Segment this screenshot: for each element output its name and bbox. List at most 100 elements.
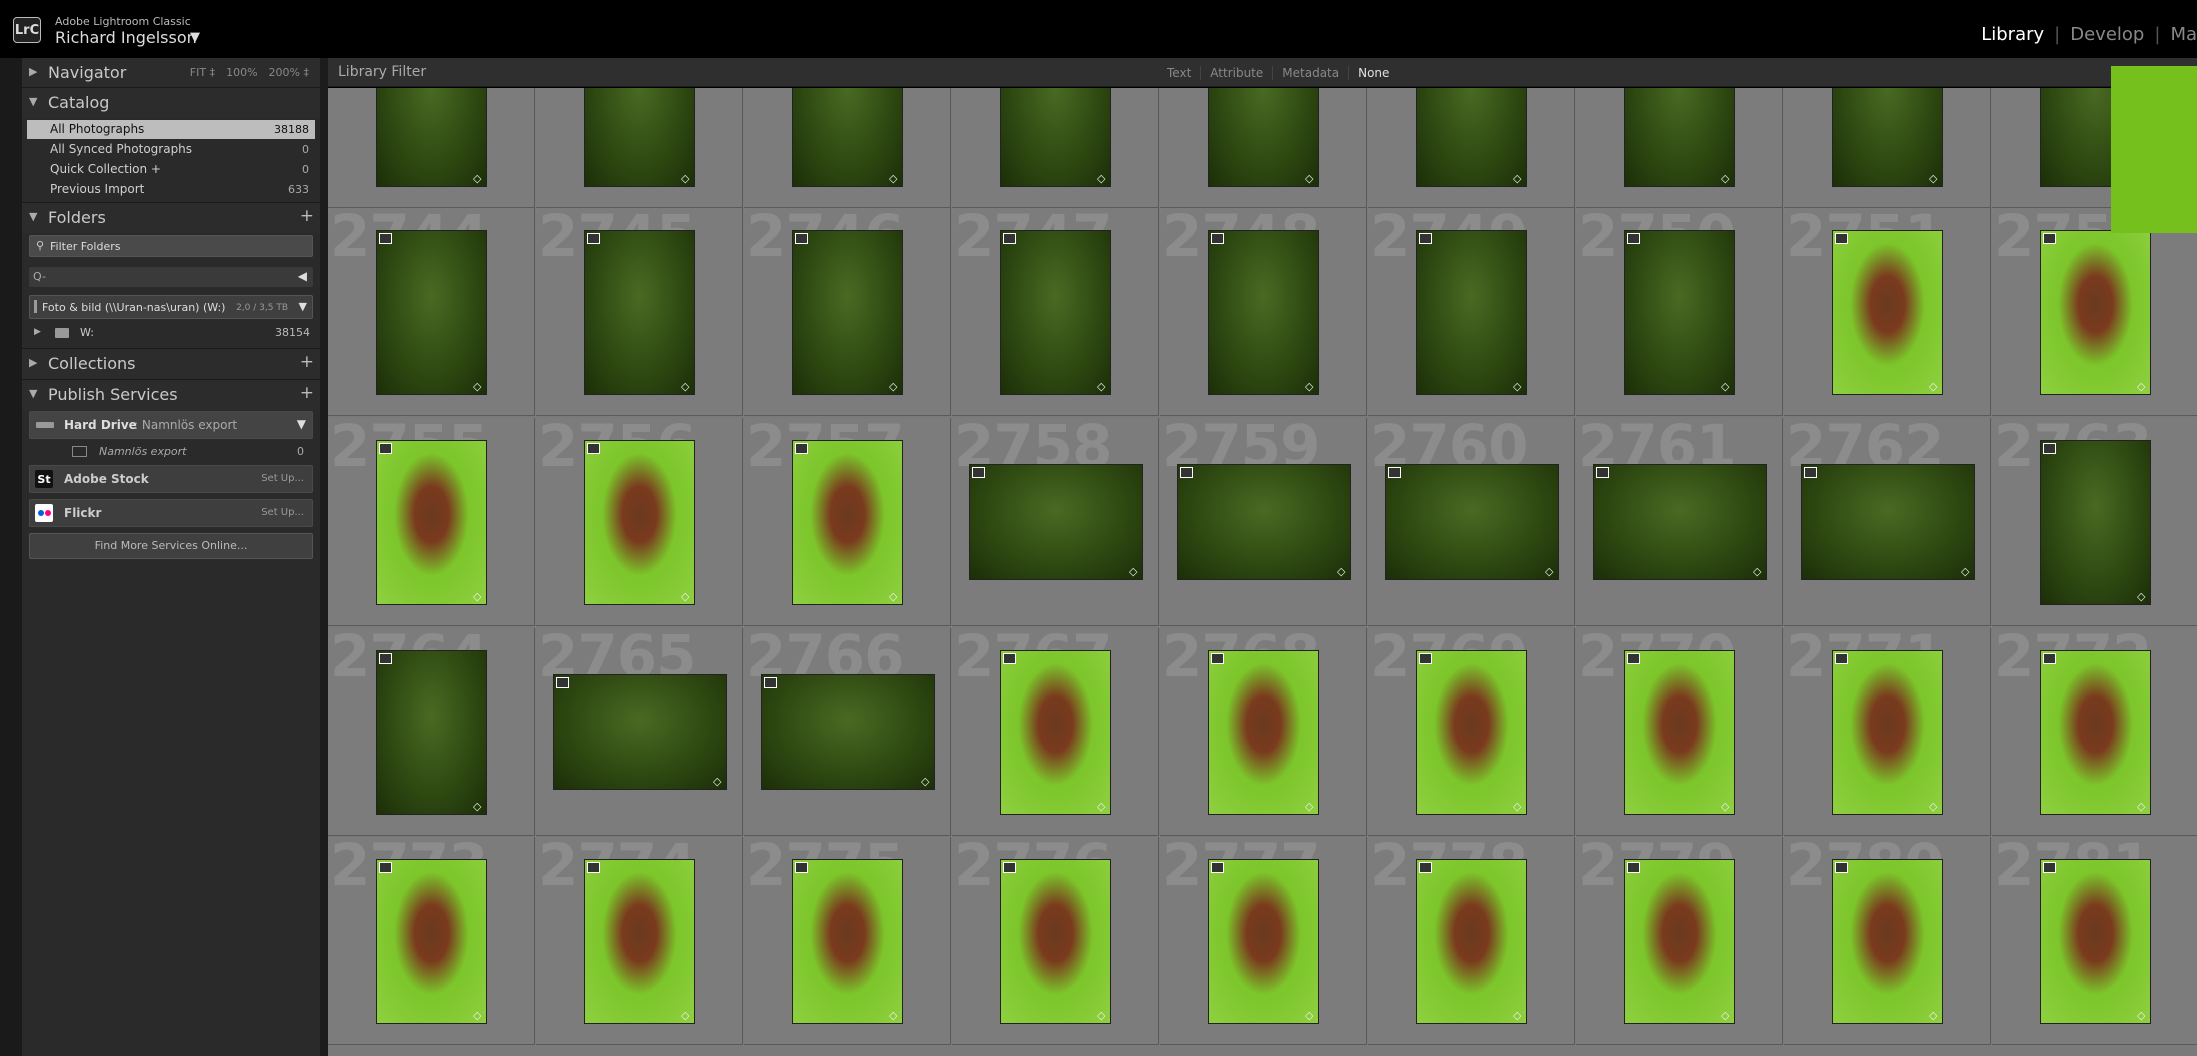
- grid-cell[interactable]: 2750◇: [1576, 208, 1783, 416]
- grid-cell[interactable]: 2756◇: [536, 418, 743, 626]
- keyword-tag-icon[interactable]: ◇: [1513, 1009, 1521, 1022]
- photo-thumbnail[interactable]: [792, 88, 903, 187]
- photo-thumbnail[interactable]: [376, 650, 487, 815]
- keyword-tag-icon[interactable]: ◇: [473, 1009, 481, 1022]
- photo-thumbnail[interactable]: [792, 859, 903, 1024]
- edit-badge-icon[interactable]: [1211, 233, 1224, 244]
- edit-badge-icon[interactable]: [1804, 467, 1817, 478]
- photo-thumbnail[interactable]: [553, 674, 727, 790]
- photo-thumbnail[interactable]: [2040, 230, 2151, 395]
- grid-cell[interactable]: 2761 ◇: [1576, 418, 1783, 626]
- expand-triangle-icon[interactable]: ▶: [29, 65, 37, 78]
- add-collection-icon[interactable]: +: [300, 352, 314, 372]
- grid-cell[interactable]: 2763◇: [1992, 418, 2197, 626]
- grid-cell[interactable]: 2751◇: [1784, 208, 1991, 416]
- edit-badge-icon[interactable]: [1003, 862, 1016, 873]
- grid-cell[interactable]: 2745◇: [536, 208, 743, 416]
- edit-badge-icon[interactable]: [556, 677, 569, 688]
- grid-cell[interactable]: 2759 ◇: [1160, 418, 1367, 626]
- grid-cell[interactable]: 2758 ◇: [952, 418, 1159, 626]
- grid-cell[interactable]: 2748◇: [1160, 208, 1367, 416]
- grid-cell[interactable]: 2771◇: [1784, 628, 1991, 836]
- keyword-tag-icon[interactable]: ◇: [2137, 800, 2145, 813]
- keyword-tag-icon[interactable]: ◇: [1721, 380, 1729, 393]
- expand-triangle-icon[interactable]: ▶: [34, 327, 41, 337]
- grid-cell[interactable]: ◇: [536, 88, 743, 208]
- edit-badge-icon[interactable]: [1627, 653, 1640, 664]
- collapse-triangle-icon[interactable]: ▼: [29, 210, 37, 223]
- find-more-services-button[interactable]: Find More Services Online...: [29, 533, 313, 559]
- add-publish-service-icon[interactable]: +: [300, 383, 314, 403]
- edit-badge-icon[interactable]: [1419, 653, 1432, 664]
- keyword-tag-icon[interactable]: ◇: [681, 1009, 689, 1022]
- edit-badge-icon[interactable]: [1180, 467, 1193, 478]
- photo-thumbnail[interactable]: [1624, 230, 1735, 395]
- photo-thumbnail[interactable]: [1416, 859, 1527, 1024]
- flickr-setup-button[interactable]: Set Up...: [261, 507, 304, 518]
- catalog-item-quick-collection[interactable]: Quick Collection + 0: [27, 160, 315, 179]
- publish-collection-row[interactable]: Namnlös export 0: [29, 442, 313, 462]
- keyword-tag-icon[interactable]: ◇: [681, 172, 689, 185]
- edit-badge-icon[interactable]: [1627, 233, 1640, 244]
- keyword-tag-icon[interactable]: ◇: [1129, 565, 1137, 578]
- photo-thumbnail[interactable]: [1624, 88, 1735, 187]
- photo-thumbnail[interactable]: [1832, 650, 1943, 815]
- keyword-tag-icon[interactable]: ◇: [1961, 565, 1969, 578]
- grid-cell[interactable]: 2752◇: [1992, 208, 2197, 416]
- edit-badge-icon[interactable]: [1211, 862, 1224, 873]
- grid-cell[interactable]: 2768◇: [1160, 628, 1367, 836]
- grid-cell[interactable]: 2757◇: [744, 418, 951, 626]
- volume-row[interactable]: Foto & bild (\\Uran-nas\uran) (W:) 2,0 /…: [29, 295, 313, 319]
- edit-badge-icon[interactable]: [2043, 443, 2056, 454]
- photo-thumbnail[interactable]: [1624, 650, 1735, 815]
- folders-header[interactable]: ▼ Folders +: [22, 203, 320, 233]
- photo-thumbnail[interactable]: [1000, 859, 1111, 1024]
- keyword-tag-icon[interactable]: ◇: [1305, 380, 1313, 393]
- grid-cell[interactable]: 2780◇: [1784, 837, 1991, 1045]
- edit-badge-icon[interactable]: [379, 862, 392, 873]
- keyword-tag-icon[interactable]: ◇: [473, 800, 481, 813]
- edit-badge-icon[interactable]: [587, 233, 600, 244]
- grid-cell[interactable]: 2747◇: [952, 208, 1159, 416]
- grid-cell[interactable]: 2765 ◇: [536, 628, 743, 836]
- identity-plate-user[interactable]: Richard Ingelsson: [55, 28, 197, 47]
- photo-thumbnail[interactable]: [1801, 464, 1975, 580]
- keyword-tag-icon[interactable]: ◇: [1721, 1009, 1729, 1022]
- module-library[interactable]: Library: [1981, 24, 2044, 45]
- keyword-tag-icon[interactable]: ◇: [2137, 590, 2145, 603]
- grid-cell[interactable]: 2769◇: [1368, 628, 1575, 836]
- thumbnail-grid[interactable]: ◇◇◇◇◇◇◇◇◇2744◇2745◇2746◇2747◇2748◇2749◇2…: [328, 88, 2197, 1056]
- keyword-tag-icon[interactable]: ◇: [1097, 1009, 1105, 1022]
- grid-cell[interactable]: 2744◇: [328, 208, 535, 416]
- expand-triangle-icon[interactable]: ▶: [29, 356, 37, 369]
- photo-thumbnail[interactable]: [1832, 230, 1943, 395]
- grid-cell[interactable]: 2774◇: [536, 837, 743, 1045]
- grid-cell[interactable]: ◇: [1576, 88, 1783, 208]
- photo-thumbnail[interactable]: [1416, 650, 1527, 815]
- keyword-tag-icon[interactable]: ◇: [473, 590, 481, 603]
- add-folder-icon[interactable]: +: [300, 206, 314, 226]
- keyword-tag-icon[interactable]: ◇: [2137, 380, 2145, 393]
- keyword-tag-icon[interactable]: ◇: [473, 380, 481, 393]
- photo-thumbnail[interactable]: [1000, 650, 1111, 815]
- grid-cell[interactable]: 2762 ◇: [1784, 418, 1991, 626]
- photo-thumbnail[interactable]: [792, 440, 903, 605]
- keyword-tag-icon[interactable]: ◇: [921, 775, 929, 788]
- navigator-header[interactable]: ▶ Navigator FIT ‡ 100% 200% ‡: [22, 58, 320, 87]
- grid-cell[interactable]: ◇: [952, 88, 1159, 208]
- keyword-tag-icon[interactable]: ◇: [713, 775, 721, 788]
- keyword-tag-icon[interactable]: ◇: [1513, 800, 1521, 813]
- filter-attribute-tab[interactable]: Attribute: [1201, 66, 1274, 80]
- photo-thumbnail[interactable]: [1000, 88, 1111, 187]
- grid-cell[interactable]: ◇: [1784, 88, 1991, 208]
- catalog-item-previous-import[interactable]: Previous Import 633: [27, 180, 315, 199]
- keyword-tag-icon[interactable]: ◇: [681, 590, 689, 603]
- grid-cell[interactable]: 2777◇: [1160, 837, 1367, 1045]
- catalog-header[interactable]: ▼ Catalog: [22, 88, 320, 118]
- grid-cell[interactable]: 2764◇: [328, 628, 535, 836]
- triangle-left-icon[interactable]: ◀: [298, 269, 307, 283]
- edit-badge-icon[interactable]: [379, 233, 392, 244]
- photo-thumbnail[interactable]: [1208, 650, 1319, 815]
- folder-row-w[interactable]: ▶ W: 38154: [29, 323, 313, 343]
- edit-badge-icon[interactable]: [1419, 233, 1432, 244]
